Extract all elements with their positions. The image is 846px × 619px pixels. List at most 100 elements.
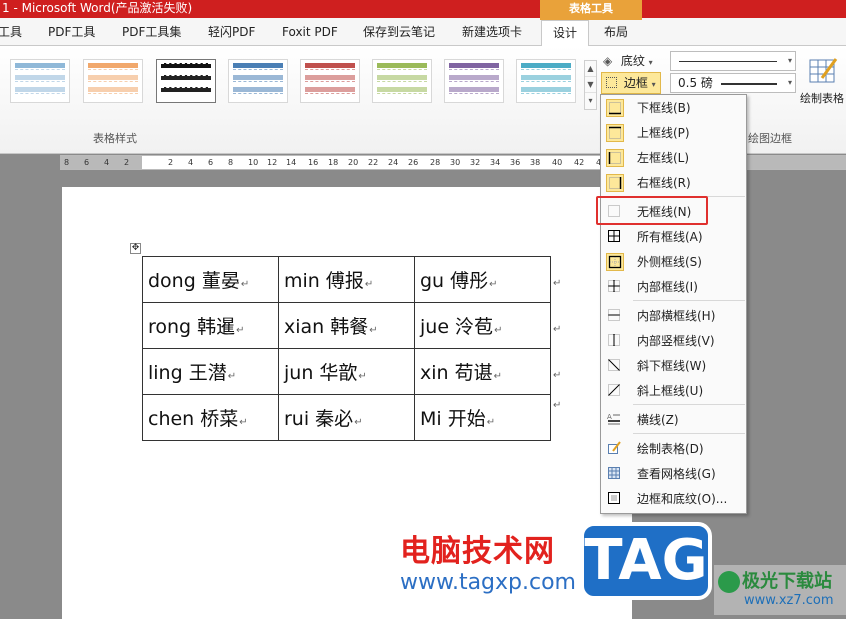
tab-layout[interactable]: 布局 — [604, 18, 628, 46]
border-menu-item[interactable]: 内部横框线(H) — [601, 304, 746, 328]
table-cell[interactable]: min 傅报↵ — [278, 256, 415, 303]
ruler-number: 40 — [552, 158, 563, 167]
table-style-thumbnail[interactable] — [156, 59, 216, 103]
border-menu-item-label: 右框线(R) — [637, 176, 691, 190]
table-style-thumbnail[interactable] — [10, 59, 70, 103]
table-style-row — [449, 63, 499, 68]
ruler-number: 38 — [530, 158, 541, 167]
ruler-number: 2 — [124, 158, 130, 167]
tab-foxit-pdf[interactable]: Foxit PDF — [282, 18, 338, 46]
table-style-row — [15, 69, 65, 74]
table-style-row — [449, 75, 499, 80]
gallery-more-icon[interactable]: ▾ — [585, 93, 596, 109]
tab-design[interactable]: 设计 — [541, 20, 589, 47]
table-row: dong 董晏↵ min 傅报↵ gu 傅彤↵ — [142, 256, 551, 303]
border-menu-item[interactable]: A 横线(Z) — [601, 408, 746, 432]
paint-bucket-icon: ◈ — [603, 54, 613, 68]
ruler-number: 24 — [388, 158, 399, 167]
gallery-up-icon[interactable]: ▲ — [585, 61, 596, 77]
inside-borders-icon — [606, 278, 624, 296]
ruler-number: 8 — [228, 158, 234, 167]
row-end-mark-icon: ↵ — [553, 278, 562, 289]
tab-pdf-toolset[interactable]: PDF工具集 — [122, 18, 181, 46]
border-menu-item[interactable]: 边框和底纹(O)... — [601, 487, 746, 511]
chevron-down-icon: ▾ — [648, 58, 653, 67]
border-menu-item[interactable]: 所有框线(A) — [601, 225, 746, 249]
borders-button[interactable]: 边框 ▾ — [601, 72, 661, 94]
table-cell[interactable]: dong 董晏↵ — [142, 256, 279, 303]
table-cell[interactable]: gu 傅彤↵ — [414, 256, 551, 303]
gallery-down-icon[interactable]: ▼ — [585, 77, 596, 93]
right-border-icon — [606, 174, 624, 192]
table-cell[interactable]: Mi 开始↵ — [414, 394, 551, 441]
left-border-icon — [606, 149, 624, 167]
table-style-row — [233, 81, 283, 86]
table-cell[interactable]: xin 苟谌↵ — [414, 348, 551, 395]
horizontal-line-icon: A — [606, 411, 624, 429]
ruler-number: 34 — [490, 158, 501, 167]
pencil-table-icon — [809, 58, 838, 83]
ruler-number: 26 — [408, 158, 419, 167]
table-cell[interactable]: rui 秦必↵ — [278, 394, 415, 441]
line-weight-dropdown[interactable]: 0.5 磅 ▾ — [670, 73, 796, 93]
table-style-row — [161, 93, 211, 98]
paragraph-mark-icon: ↵ — [364, 279, 374, 290]
border-menu-item[interactable]: 内部框线(I) — [601, 275, 746, 299]
table-style-row — [161, 69, 211, 74]
table-style-thumbnail[interactable] — [300, 59, 360, 103]
border-menu-item[interactable]: 右框线(R) — [601, 171, 746, 195]
table-cell[interactable]: rong 韩暹↵ — [142, 302, 279, 349]
border-menu-item[interactable]: 下框线(B) — [601, 96, 746, 120]
border-menu-item[interactable]: 绘制表格(D) — [601, 437, 746, 461]
document-table[interactable]: dong 董晏↵ min 傅报↵ gu 傅彤↵ rong 韩暹↵ xian 韩餐↵ jue… — [142, 256, 551, 441]
table-style-row — [15, 63, 65, 68]
table-style-thumbnail[interactable] — [516, 59, 576, 103]
tab-qingshan-pdf[interactable]: 轻闪PDF — [208, 18, 255, 46]
ruler-number: 4 — [104, 158, 110, 167]
border-menu-item-label: 斜上框线(U) — [637, 384, 704, 398]
table-style-thumbnail[interactable] — [83, 59, 143, 103]
borders-dropdown-menu: 下框线(B) 上框线(P) 左框线(L) 右框线(R) 无框线(N) 所有框线(A) 外侧框… — [600, 94, 747, 514]
tab-new-tab[interactable]: 新建选项卡 — [462, 18, 522, 46]
table-style-thumbnail[interactable] — [372, 59, 432, 103]
table-cell[interactable]: chen 桥菜↵ — [142, 394, 279, 441]
chevron-down-icon: ▾ — [651, 80, 656, 89]
border-menu-item[interactable]: 斜上框线(U) — [601, 379, 746, 403]
table-style-row — [305, 75, 355, 80]
table-style-row — [305, 81, 355, 86]
border-menu-item-label: 左框线(L) — [637, 151, 690, 165]
watermark-tag-logo: TAG — [580, 522, 712, 600]
border-menu-item[interactable]: 外侧框线(S) — [601, 250, 746, 274]
tab-tools[interactable]: 工具 — [0, 18, 22, 46]
border-menu-item[interactable]: 查看网格线(G) — [601, 462, 746, 486]
shading-button[interactable]: ◈ 底纹 ▾ — [603, 52, 653, 70]
inside-vertical-border-icon — [606, 332, 624, 350]
tab-pdf-tools[interactable]: PDF工具 — [48, 18, 95, 46]
table-cell[interactable]: jue 泠苞↵ — [414, 302, 551, 349]
table-move-handle-icon[interactable]: ✥ — [130, 243, 141, 254]
ruler-number: 6 — [84, 158, 90, 167]
line-weight-value: 0.5 磅 — [678, 76, 713, 90]
border-menu-item[interactable]: 内部竖框线(V) — [601, 329, 746, 353]
table-style-thumbnail[interactable] — [228, 59, 288, 103]
border-menu-item[interactable]: 上框线(P) — [601, 121, 746, 145]
ruler-left-margin — [60, 156, 142, 169]
table-cell[interactable]: jun 华歆↵ — [278, 348, 415, 395]
tab-save-to-cloud-note[interactable]: 保存到云笔记 — [363, 18, 435, 46]
border-menu-item[interactable]: 左框线(L) — [601, 146, 746, 170]
border-menu-item-label: 斜下框线(W) — [637, 359, 707, 373]
paragraph-mark-icon: ↵ — [494, 325, 503, 336]
gallery-scrollbar[interactable]: ▲ ▼ ▾ — [584, 60, 597, 110]
bottom-border-icon — [606, 99, 624, 117]
draw-table-button[interactable]: 绘制表格 — [800, 54, 846, 105]
border-menu-item[interactable]: 斜下框线(W) — [601, 354, 746, 378]
table-style-thumbnail[interactable] — [444, 59, 504, 103]
watermark-site-name: 电脑技术网 — [400, 534, 555, 569]
borders-and-shading-icon — [606, 490, 624, 508]
line-style-dropdown[interactable]: ▾ — [670, 51, 796, 71]
chevron-down-icon: ▾ — [787, 78, 792, 87]
line-weight-sample — [721, 83, 777, 85]
table-cell[interactable]: ling 王潜↵ — [142, 348, 279, 395]
table-styles-group-label: 表格样式 — [93, 132, 137, 145]
table-cell[interactable]: xian 韩餐↵ — [278, 302, 415, 349]
